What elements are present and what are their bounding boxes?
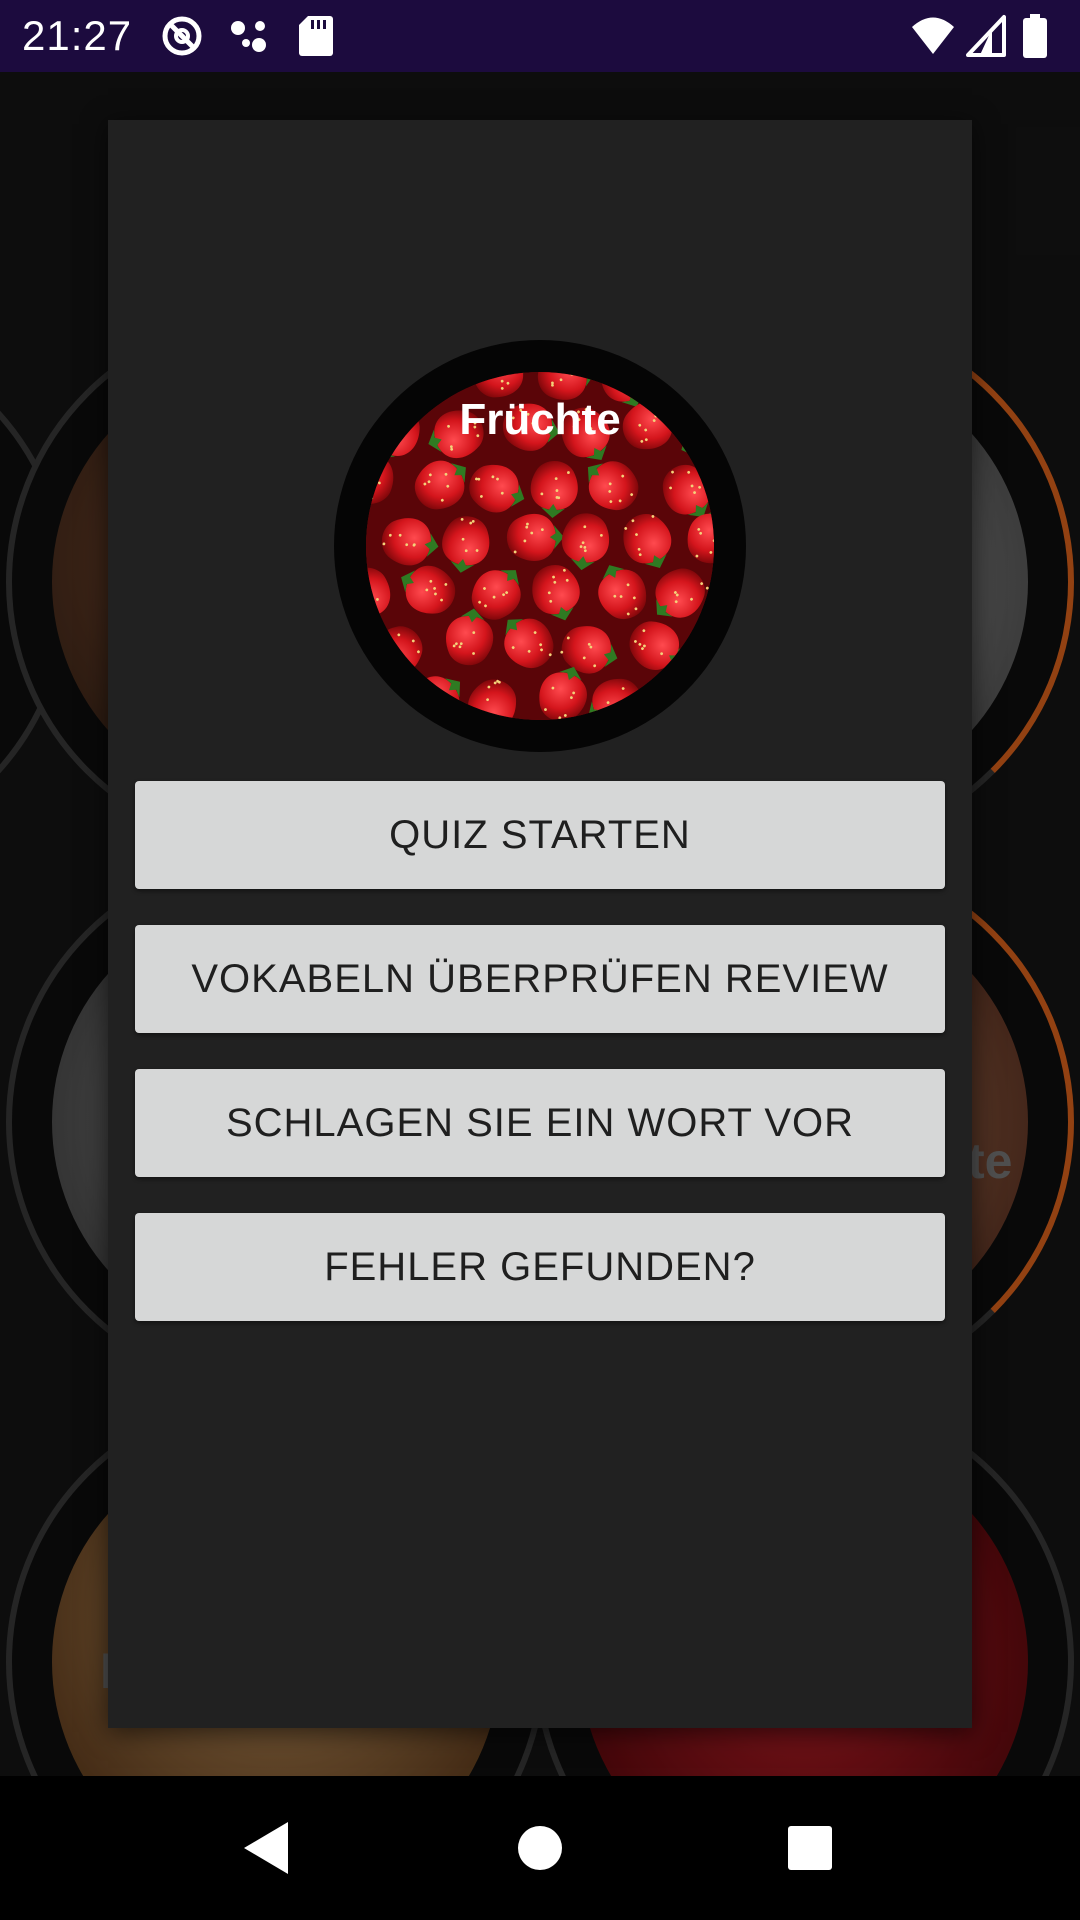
recents-button[interactable] xyxy=(730,1776,890,1920)
start-quiz-button[interactable]: QUIZ STARTEN xyxy=(135,781,945,889)
suggest-word-button[interactable]: SCHLAGEN SIE EIN WORT VOR xyxy=(135,1069,945,1177)
category-dialog: Früchte QUIZ STARTEN VOKABELN ÜBERPRÜFEN… xyxy=(108,120,972,1728)
battery-icon xyxy=(1023,14,1047,58)
status-time: 21:27 xyxy=(22,12,133,59)
cell-signal-icon xyxy=(966,15,1006,57)
home-button[interactable] xyxy=(460,1776,620,1920)
back-icon xyxy=(244,1822,288,1874)
recents-icon xyxy=(788,1826,832,1870)
status-bar: 21:27 xyxy=(0,0,1080,72)
sd-card-icon xyxy=(299,16,333,56)
home-icon xyxy=(518,1826,562,1870)
navigation-bar xyxy=(0,1776,1080,1920)
dialog-title: Früchte xyxy=(459,395,621,444)
back-button[interactable] xyxy=(188,1776,348,1920)
wifi-icon xyxy=(912,17,954,54)
assistant-dots-icon xyxy=(231,21,266,52)
report-error-button[interactable]: FEHLER GEFUNDEN? xyxy=(135,1213,945,1321)
status-system-icons xyxy=(910,14,1060,58)
do-not-disturb-icon xyxy=(162,16,202,56)
review-vocabulary-button[interactable]: VOKABELN ÜBERPRÜFEN REVIEW xyxy=(135,925,945,1033)
